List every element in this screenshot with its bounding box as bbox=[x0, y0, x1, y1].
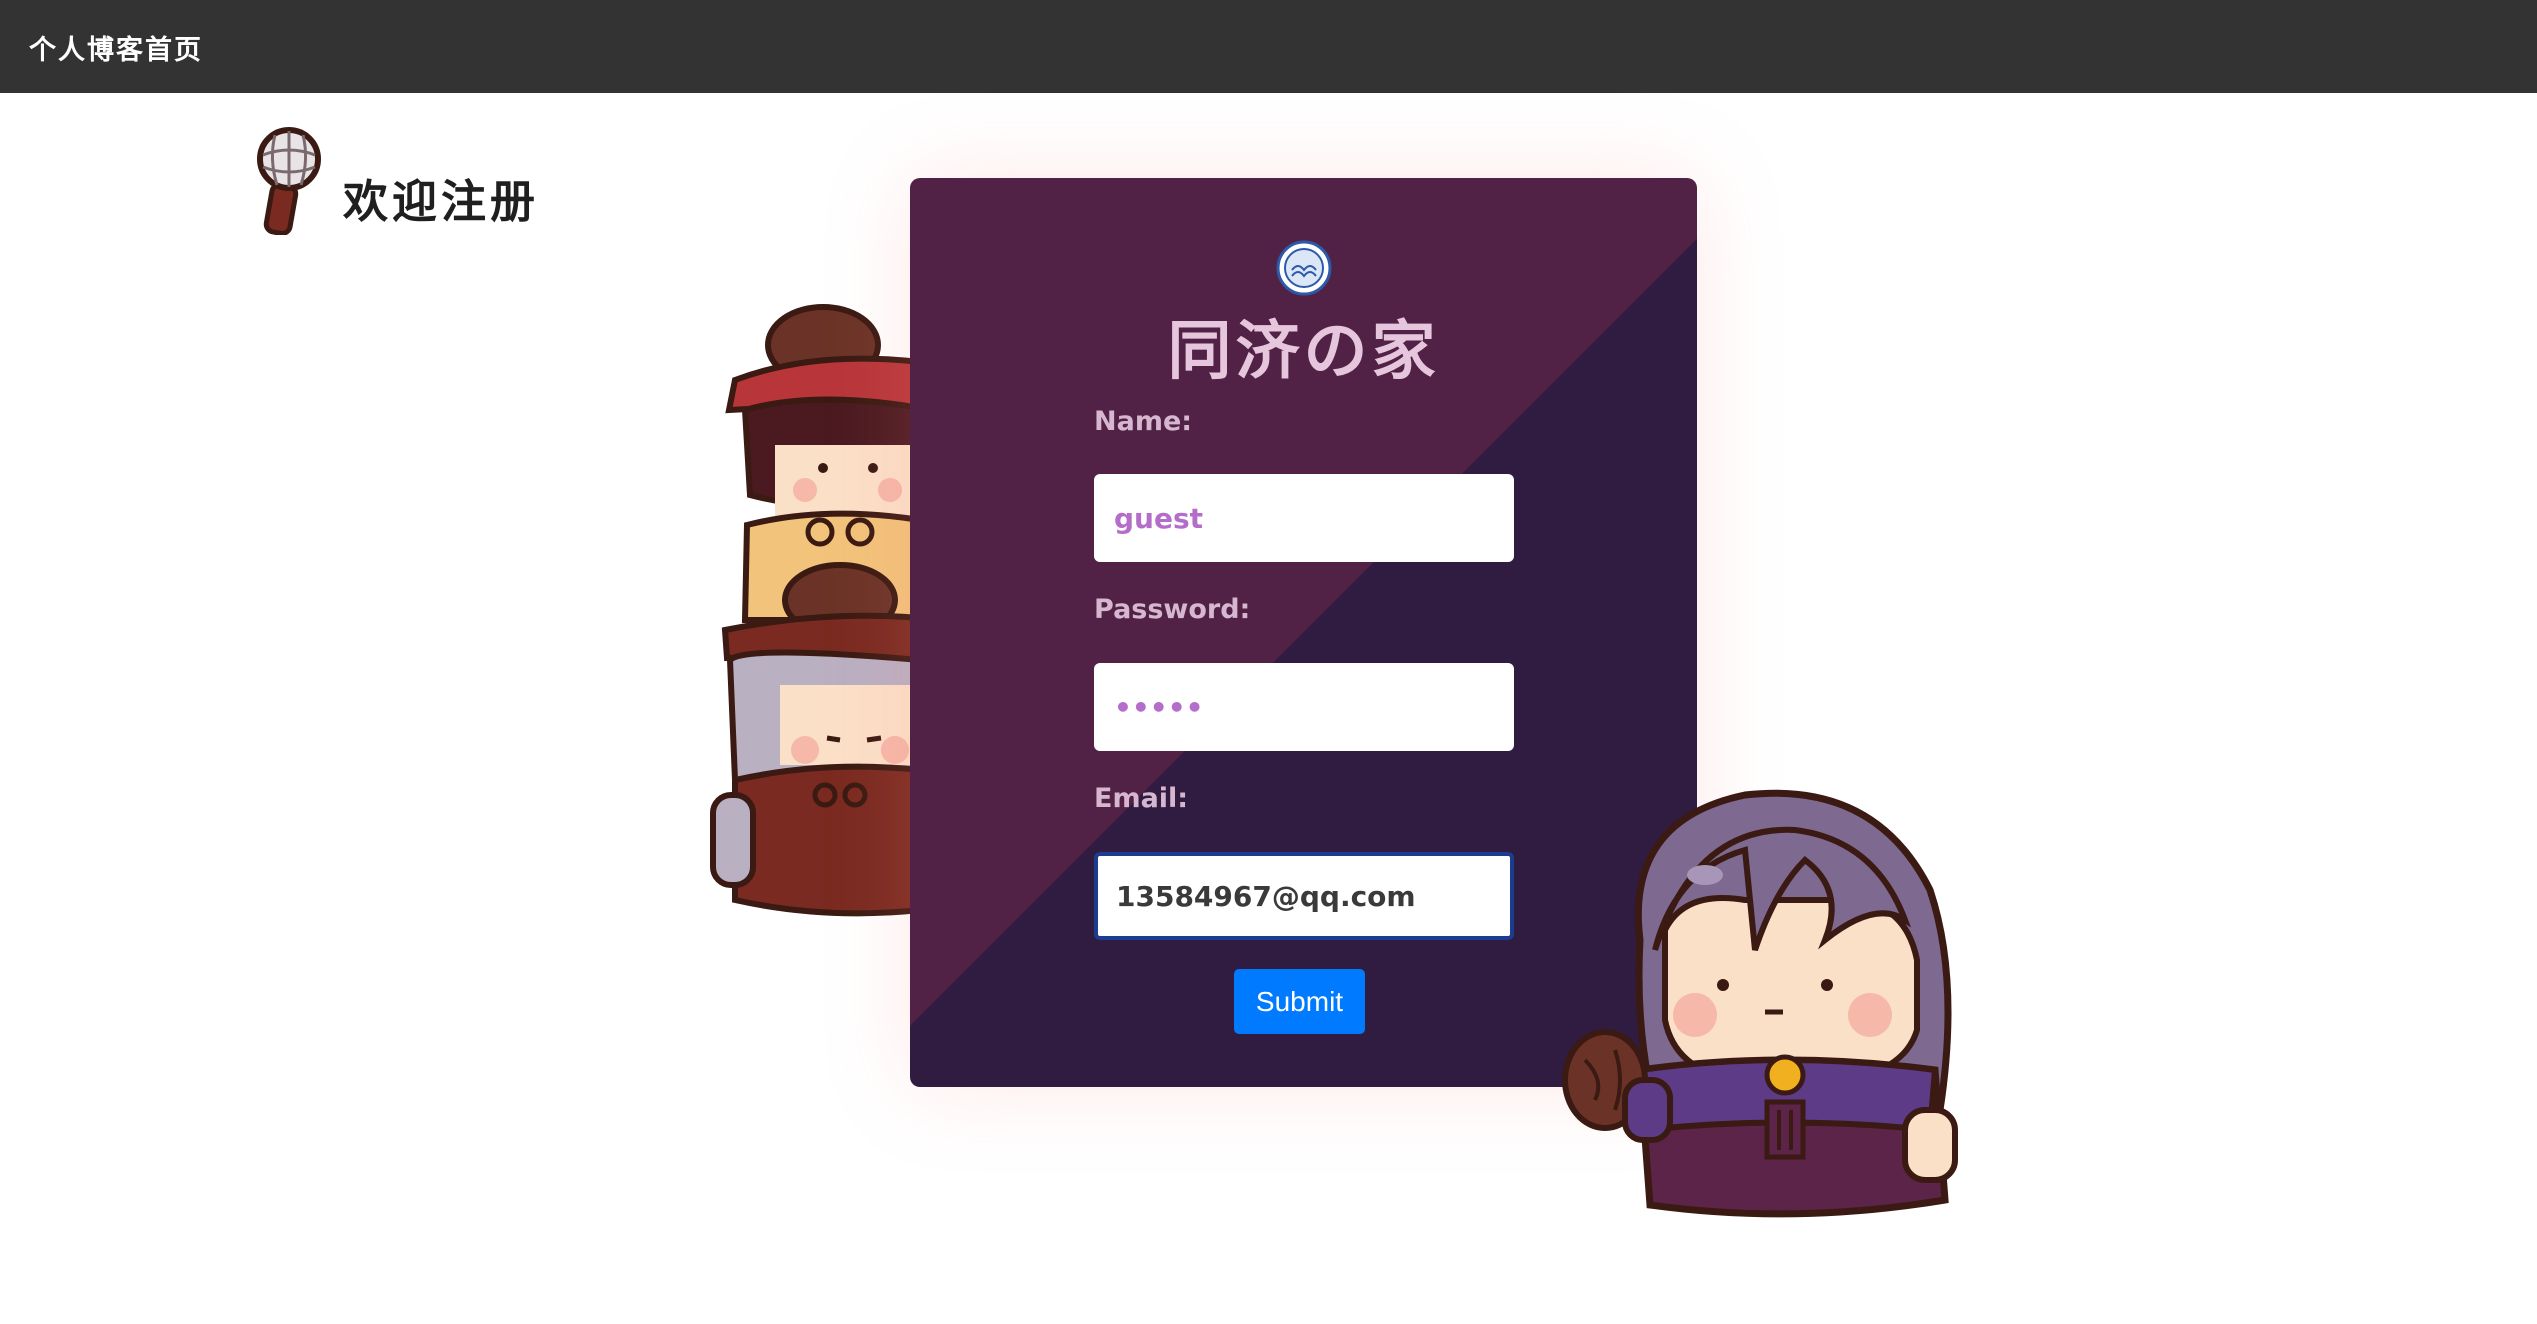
nav-brand-link[interactable]: 个人博客首页 bbox=[29, 28, 203, 67]
tongji-university-seal-icon bbox=[1276, 240, 1332, 296]
password-label: Password: bbox=[1094, 594, 1251, 625]
page-title: 欢迎注册 bbox=[343, 175, 540, 228]
microphone-icon bbox=[257, 127, 321, 235]
email-input[interactable] bbox=[1094, 852, 1514, 940]
navbar: 个人博客首页 bbox=[0, 0, 2537, 93]
submit-button[interactable]: Submit bbox=[1234, 969, 1365, 1034]
chibi-characters-left-illustration bbox=[710, 304, 923, 917]
password-input[interactable] bbox=[1094, 663, 1514, 751]
email-label: Email: bbox=[1094, 783, 1189, 814]
site-title: 同济の家 bbox=[1167, 315, 1440, 389]
name-input[interactable] bbox=[1094, 474, 1514, 562]
name-label: Name: bbox=[1094, 406, 1193, 437]
chibi-character-right-illustration bbox=[1562, 789, 1958, 1218]
